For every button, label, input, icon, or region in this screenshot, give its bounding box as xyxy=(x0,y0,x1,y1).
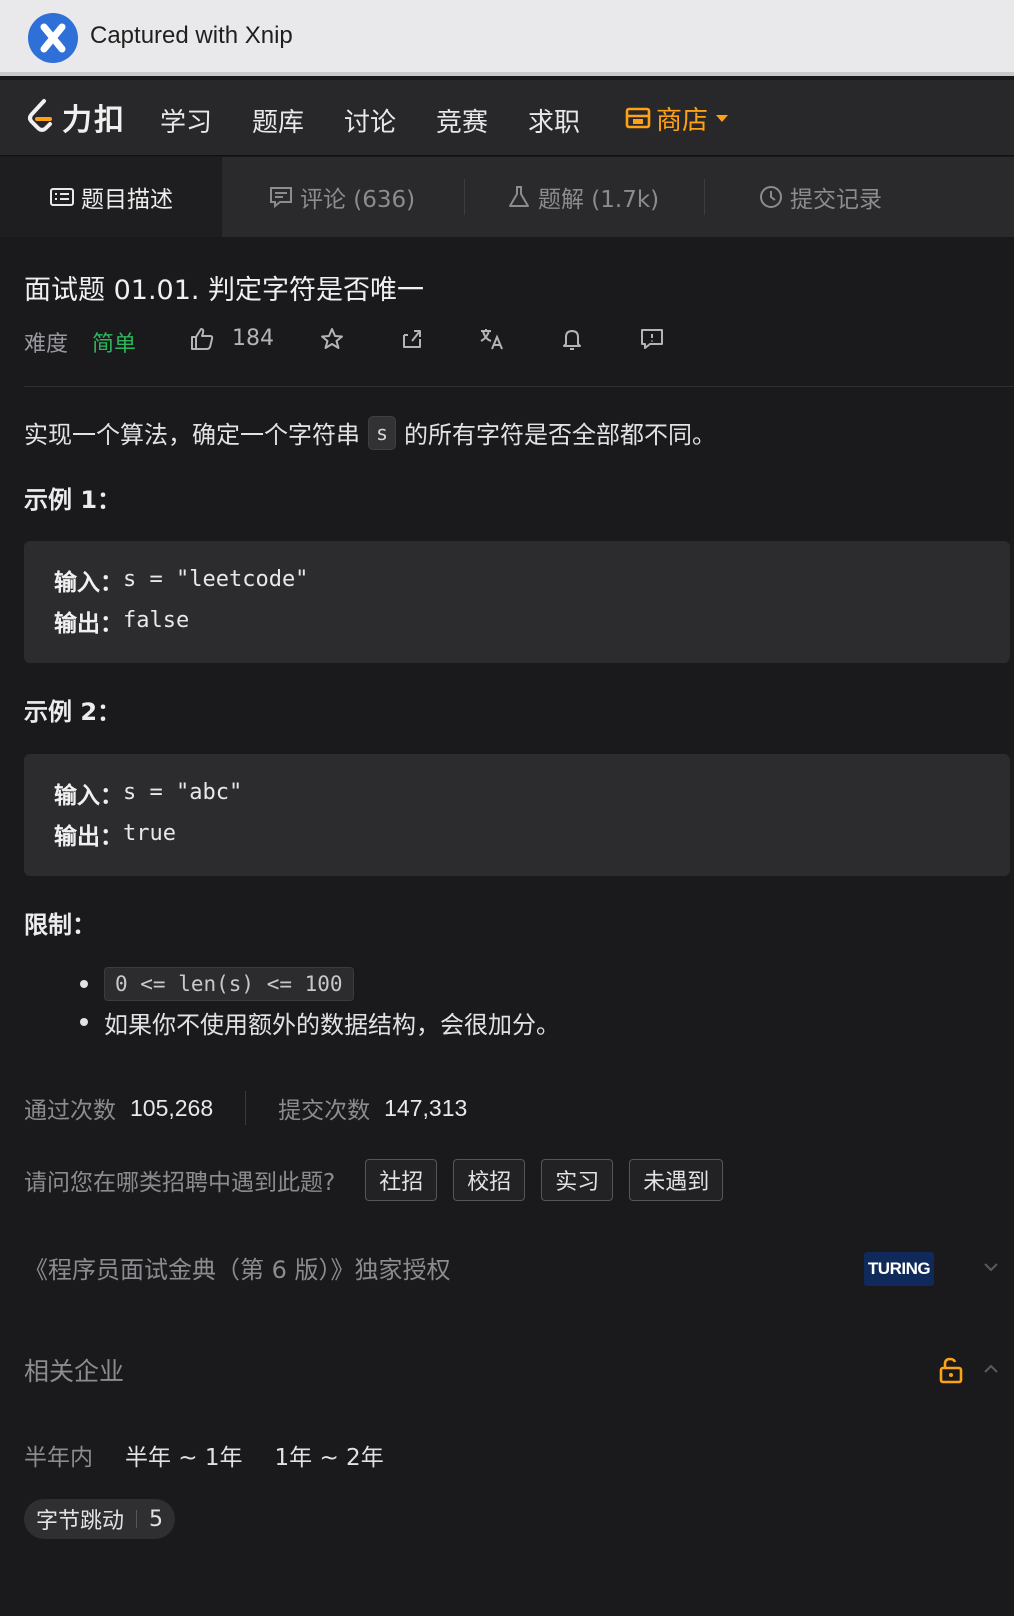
thumbs-up-icon[interactable] xyxy=(188,325,216,353)
problem-meta: 难度 简单 184 xyxy=(24,322,984,358)
input-label: 输入： xyxy=(54,782,123,809)
period-filter: 半年内 半年 ~ 1年 1年 ~ 2年 xyxy=(24,1438,416,1472)
divider xyxy=(24,386,1014,387)
bell-icon[interactable] xyxy=(558,325,586,353)
tab-divider xyxy=(704,179,705,215)
nav-item-learn[interactable]: 学习 xyxy=(160,102,212,139)
comment-icon xyxy=(270,187,292,209)
description-text: 实现一个算法，确定一个字符串 xyxy=(24,421,360,449)
survey-option-social[interactable]: 社招 xyxy=(365,1159,438,1201)
tab-submissions[interactable]: 提交记录 xyxy=(758,157,882,237)
tab-comments-label: 评论 (636) xyxy=(300,187,416,213)
input-value: s = "abc" xyxy=(123,780,243,805)
flask-icon xyxy=(509,186,529,207)
example-2-block: 输入： s = "abc" 输出： true xyxy=(24,754,1010,876)
leetcode-logo-icon xyxy=(28,99,52,132)
feedback-icon[interactable] xyxy=(638,325,666,353)
like-count: 184 xyxy=(232,326,274,351)
turing-logo: TURING xyxy=(864,1252,934,1286)
company-count: 5 xyxy=(149,1506,164,1532)
submission-stats: 通过次数 105,268 提交次数 147,313 xyxy=(24,1090,467,1126)
list-item: 0 <= len(s) <= 100 xyxy=(80,965,560,1003)
survey-question: 请问您在哪类招聘中遇到此题? xyxy=(24,1170,336,1196)
book-attribution[interactable]: 《程序员面试金典（第 6 版）》独家授权 xyxy=(24,1250,451,1285)
survey-option-intern[interactable]: 实习 xyxy=(541,1159,614,1201)
clock-icon xyxy=(760,186,782,208)
problem-tabs: 题目描述 评论 (636) 题解 (1.7k) 提交记录 xyxy=(0,157,1014,237)
description-icon xyxy=(50,188,74,206)
output-value: false xyxy=(123,608,190,633)
company-name: 字节跳动 xyxy=(36,1509,125,1534)
shop-label: 商店 xyxy=(656,105,709,136)
survey-option-campus[interactable]: 校招 xyxy=(453,1159,526,1201)
related-companies-heading[interactable]: 相关企业 xyxy=(24,1352,124,1388)
capture-bar: Captured with Xnip xyxy=(0,0,1014,76)
bullet xyxy=(80,1018,88,1026)
unlock-icon[interactable] xyxy=(938,1356,964,1384)
brand-name: 力扣 xyxy=(62,103,126,138)
nav-item-shop[interactable]: 商店 xyxy=(624,100,729,136)
output-label: 输出： xyxy=(54,823,123,850)
tab-divider xyxy=(464,179,465,215)
top-nav: 力扣 学习 题库 讨论 竞赛 求职 商店 xyxy=(0,80,1014,156)
xnip-logo-icon xyxy=(28,13,78,63)
example-1-block: 输入： s = "leetcode" 输出： false xyxy=(24,541,1010,663)
accepted-label: 通过次数 xyxy=(24,1098,116,1124)
nav-item-discuss[interactable]: 讨论 xyxy=(344,102,396,139)
capture-bar-text: Captured with Xnip xyxy=(90,22,293,49)
output-label: 输出： xyxy=(54,610,123,637)
chevron-up-icon[interactable] xyxy=(982,1360,1000,1378)
list-item: 如果你不使用额外的数据结构，会很加分。 xyxy=(80,1003,560,1041)
leetcode-logo[interactable]: 力扣 xyxy=(24,94,126,140)
period-option-1y-2y[interactable]: 1年 ~ 2年 xyxy=(275,1438,384,1472)
caret-down-icon xyxy=(716,114,729,122)
bullet xyxy=(80,980,88,988)
accepted-count: 105,268 xyxy=(130,1094,214,1121)
tab-solutions-label: 题解 (1.7k) xyxy=(538,187,660,213)
difficulty-label: 难度 xyxy=(24,332,69,357)
example-2-heading: 示例 2： xyxy=(24,698,122,726)
nav-item-problemset[interactable]: 题库 xyxy=(252,102,304,139)
star-icon[interactable] xyxy=(318,325,346,353)
translate-icon[interactable] xyxy=(478,325,506,353)
tab-solutions[interactable]: 题解 (1.7k) xyxy=(506,157,659,237)
period-option-6m-1y[interactable]: 半年 ~ 1年 xyxy=(125,1438,243,1472)
stats-divider xyxy=(245,1091,247,1125)
problem-title: 面试题 01.01. 判定字符是否唯一 xyxy=(24,275,425,306)
tab-submissions-label: 提交记录 xyxy=(790,187,882,213)
limit-text: 如果你不使用额外的数据结构，会很加分。 xyxy=(104,1010,560,1039)
input-label: 输入： xyxy=(54,569,123,596)
limits-heading: 限制： xyxy=(24,911,96,939)
company-tag[interactable]: 字节跳动 5 xyxy=(24,1499,176,1539)
output-value: true xyxy=(123,821,176,846)
share-icon[interactable] xyxy=(398,325,426,353)
nav-item-jobs[interactable]: 求职 xyxy=(528,102,580,139)
period-option-6m[interactable]: 半年内 xyxy=(24,1438,93,1472)
submitted-count: 147,313 xyxy=(384,1094,468,1121)
nav-item-contest[interactable]: 竞赛 xyxy=(436,102,488,139)
survey-option-never[interactable]: 未遇到 xyxy=(629,1159,724,1201)
example-1-heading: 示例 1： xyxy=(24,486,122,514)
tab-description[interactable]: 题目描述 xyxy=(0,157,222,237)
submitted-label: 提交次数 xyxy=(278,1098,371,1124)
tab-comments[interactable]: 评论 (636) xyxy=(268,157,415,237)
inline-code: 0 <= len(s) <= 100 xyxy=(104,967,354,1001)
interview-survey: 请问您在哪类招聘中遇到此题? 社招 校招 实习 未遇到 xyxy=(24,1159,739,1201)
inline-code: s xyxy=(368,415,397,450)
store-icon xyxy=(625,107,651,129)
tag-divider xyxy=(136,1510,138,1528)
input-value: s = "leetcode" xyxy=(123,567,309,592)
difficulty-badge: 简单 xyxy=(92,332,137,357)
tab-description-label: 题目描述 xyxy=(81,187,173,213)
description-text: 的所有字符是否全部都不同。 xyxy=(404,421,717,449)
chevron-down-icon[interactable] xyxy=(982,1258,1000,1276)
limits-list: 0 <= len(s) <= 100 如果你不使用额外的数据结构，会很加分。 xyxy=(80,965,560,1041)
problem-description: 实现一个算法，确定一个字符串 s 的所有字符是否全部都不同。 xyxy=(24,415,716,450)
